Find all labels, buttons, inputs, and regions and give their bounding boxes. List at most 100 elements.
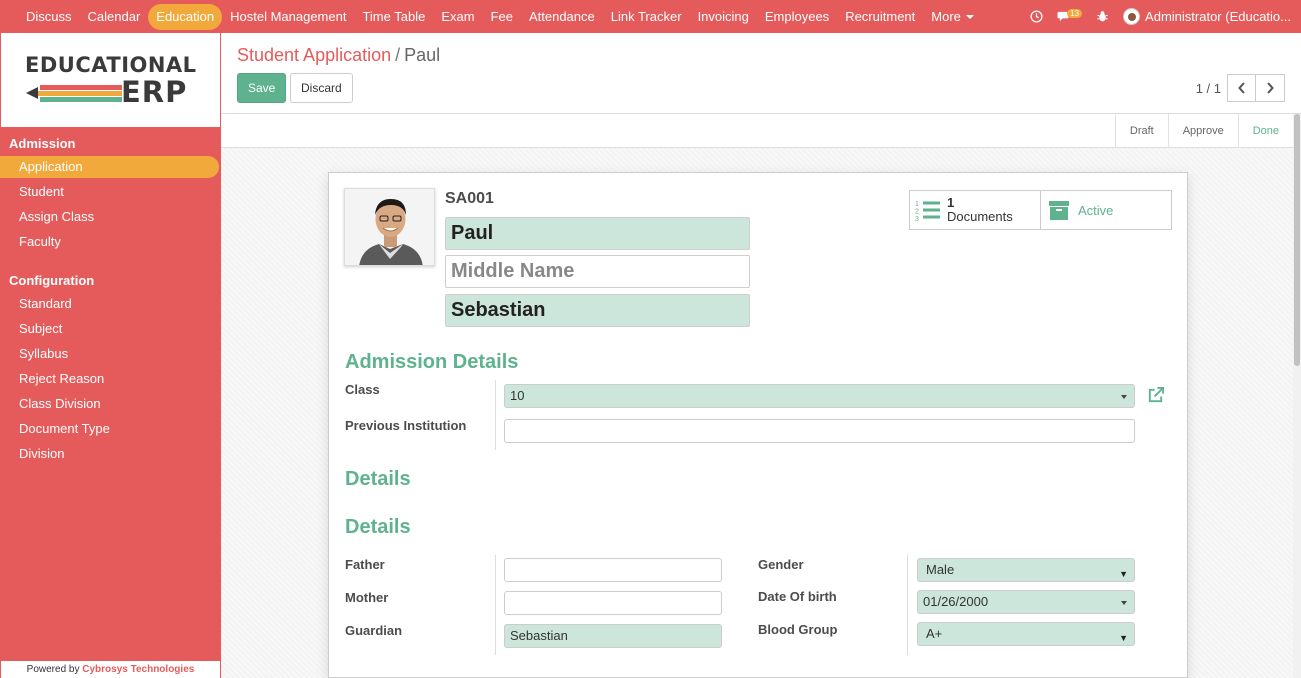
blood-group-label: Blood Group [758,622,838,637]
section-configuration: Configuration [9,273,95,288]
guardian-field[interactable]: Sebastian [504,624,722,648]
previous-institution-label: Previous Institution [345,418,467,433]
menu-time-table[interactable]: Time Table [354,4,433,30]
active-label: Active [1078,202,1114,218]
top-navbar: Discuss Calendar Education Hostel Manage… [0,0,1301,33]
blood-group-select[interactable]: A+ ▼ [917,622,1135,646]
avatar [1123,8,1141,25]
systray: 13 Administrator (Educatio... [1016,0,1291,33]
scrollbar[interactable] [1293,114,1301,678]
middle-name-field[interactable]: Middle Name [445,255,750,288]
date-of-birth-value: 01/26/2000 [923,594,989,609]
pager-value[interactable]: 1 / 1 [1196,81,1221,96]
gender-value: Male [926,562,955,577]
last-name-field[interactable]: Sebastian [445,294,750,327]
breadcrumb: Student Application / Paul [237,45,440,66]
breadcrumb-separator: / [395,45,401,65]
gender-select[interactable]: Male ▼ [917,558,1135,582]
menu-invoicing[interactable]: Invoicing [690,4,757,30]
field-divider [495,380,496,450]
sidebar-item-syllabus[interactable]: Syllabus [0,343,219,365]
stage-draft[interactable]: Draft [1114,114,1168,148]
sidebar-item-division[interactable]: Division [0,443,219,465]
logo-text-top: EDUCATIONAL [25,53,197,77]
next-record-button[interactable] [1256,74,1285,102]
triangle-down-icon: ▼ [1119,569,1128,579]
logo-text-bottom: ERP [121,75,188,109]
breadcrumb-parent[interactable]: Student Application [237,45,391,65]
powered-by-company[interactable]: Cybrosys Technologies [82,664,194,675]
sidebar-item-student[interactable]: Student [0,181,219,203]
svg-text:2: 2 [915,209,919,216]
class-select[interactable]: 10 [504,384,1135,408]
pencil-stripes-icon [26,85,122,102]
application-reference: SA001 [445,190,494,207]
save-button[interactable]: Save [237,73,287,103]
menu-fee[interactable]: Fee [483,4,521,30]
menu-hostel-management[interactable]: Hostel Management [222,4,354,30]
powered-by: Powered by Cybrosys Technologies [1,661,220,678]
svg-text:3: 3 [915,216,919,222]
stage-approve[interactable]: Approve [1167,114,1238,148]
svg-text:1: 1 [915,201,919,208]
mother-field[interactable] [504,591,722,615]
menu-more[interactable]: More [923,4,982,30]
company-logo: EDUCATIONAL ERP [1,33,220,127]
active-toggle-button[interactable]: Active [1040,190,1172,230]
student-photo-image [345,189,434,265]
archive-icon [1049,201,1069,220]
section-admission: Admission [9,136,76,151]
field-divider-left [495,555,496,655]
sidebar-item-document-type[interactable]: Document Type [0,418,219,440]
caret-down-icon [1121,395,1127,399]
status-stages: Draft Approve Done [1114,114,1293,148]
sidebar-item-reject-reason[interactable]: Reject Reason [0,368,219,390]
stage-done[interactable]: Done [1237,114,1293,148]
first-name-field[interactable]: Paul [445,217,750,250]
triangle-down-icon: ▼ [1119,633,1128,643]
menu-exam[interactable]: Exam [433,4,482,30]
menu-education[interactable]: Education [148,3,223,30]
admission-details-title: Admission Details [345,351,519,373]
sidebar-item-class-division[interactable]: Class Division [0,393,219,415]
class-value: 10 [510,388,525,403]
user-menu[interactable]: Administrator (Educatio... [1123,8,1291,25]
father-label: Father [345,557,385,572]
previous-record-button[interactable] [1227,74,1256,102]
blood-group-value: A+ [926,626,943,641]
caret-down-icon [1121,601,1127,605]
scrollbar-thumb[interactable] [1294,114,1300,366]
details-title-2: Details [345,516,411,538]
previous-institution-field[interactable] [504,419,1135,443]
sidebar-item-application[interactable]: Application [0,156,219,178]
menu-link-tracker[interactable]: Link Tracker [603,4,690,30]
clock-icon[interactable] [1030,10,1043,23]
father-field[interactable] [504,558,722,582]
date-of-birth-field[interactable]: 01/26/2000 [917,590,1135,614]
sidebar-item-standard[interactable]: Standard [0,293,219,315]
menu-more-label: More [931,8,961,24]
menu-discuss[interactable]: Discuss [18,4,80,30]
status-bar: Draft Approve Done [221,114,1293,148]
menu-attendance[interactable]: Attendance [521,4,603,30]
mother-label: Mother [345,590,389,605]
menu-employees[interactable]: Employees [757,4,837,30]
details-title-1: Details [345,468,411,490]
menu-calendar[interactable]: Calendar [80,4,149,30]
sidebar: EDUCATIONAL ERP Admission Application St… [0,33,221,678]
sidebar-item-faculty[interactable]: Faculty [0,231,219,253]
sidebar-item-subject[interactable]: Subject [0,318,219,340]
guardian-label: Guardian [345,623,403,638]
bug-icon[interactable] [1096,10,1109,23]
documents-button[interactable]: 1 2 3 1 Documents [909,190,1041,230]
caret-down-icon [965,15,974,20]
chat-icon[interactable]: 13 [1057,9,1083,23]
student-photo[interactable] [344,188,435,266]
discard-button[interactable]: Discard [290,73,353,103]
menu-recruitment[interactable]: Recruitment [837,4,923,30]
gender-label: Gender [758,557,804,572]
external-link-icon[interactable] [1146,386,1165,408]
sidebar-item-assign-class[interactable]: Assign Class [0,206,219,228]
pager: 1 / 1 [1196,74,1285,102]
documents-count: 1 [947,195,955,210]
